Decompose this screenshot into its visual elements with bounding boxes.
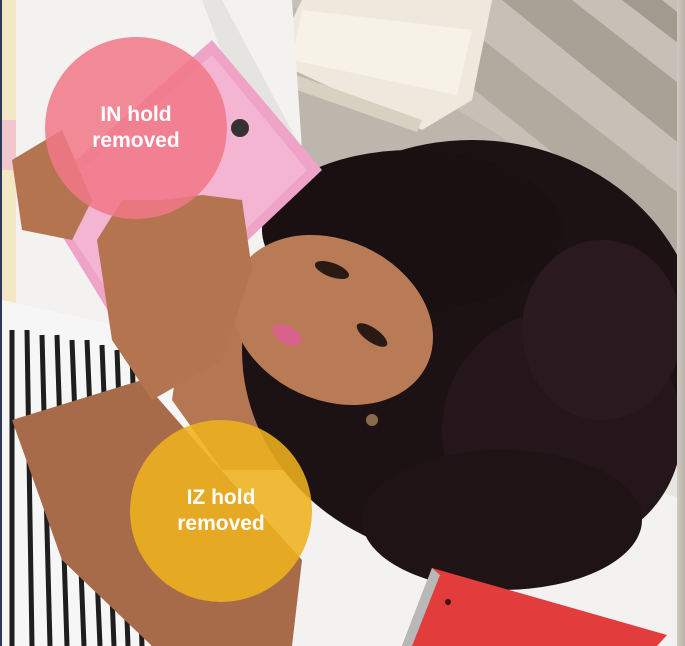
iz-hold-line1: IZ hold [186, 485, 256, 509]
iz-hold-removed-badge: IZ hold removed [130, 420, 312, 602]
in-hold-line2: removed [92, 129, 180, 152]
in-hold-removed-badge: IN hold removed [45, 37, 227, 219]
photo-frame: IN hold removed IZ hold removed [0, 0, 685, 646]
right-edge-strip [677, 0, 685, 646]
in-hold-line1: IN hold [100, 102, 172, 126]
iz-hold-line2: removed [177, 512, 265, 535]
